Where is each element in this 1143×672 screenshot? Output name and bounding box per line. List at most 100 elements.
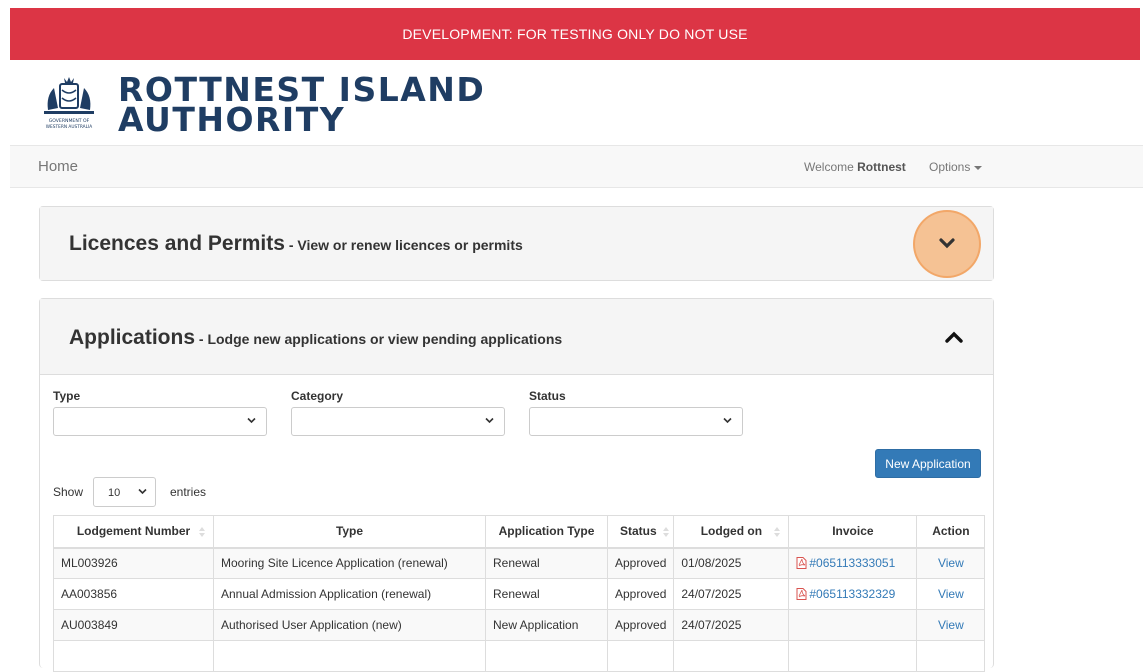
chevron-up-icon[interactable]	[945, 331, 963, 343]
col-status[interactable]: Status	[606, 515, 675, 549]
col-type[interactable]: Type	[213, 515, 486, 549]
cell-type: Mooring Site Licence Application (renewa…	[213, 547, 486, 579]
chevron-down-icon	[138, 488, 147, 495]
filter-category: Category	[291, 389, 505, 436]
filter-category-label: Category	[291, 389, 344, 403]
cell-lodged-on: 01/08/2025	[673, 547, 790, 579]
pdf-icon	[796, 588, 807, 600]
col-label: Lodgement Number	[76, 524, 191, 539]
cell-application-type: Renewal	[485, 578, 608, 610]
invoice-link[interactable]: #065113333051	[796, 556, 895, 570]
col-label: Application Type	[498, 524, 595, 539]
dev-banner-text: DEVELOPMENT: FOR TESTING ONLY DO NOT USE	[402, 26, 748, 42]
category-select[interactable]	[291, 407, 505, 436]
cell-invoice: #065113332329	[788, 578, 918, 610]
col-lodgement-number[interactable]: Lodgement Number	[53, 515, 214, 549]
cell-application-type: Renewal	[485, 547, 608, 579]
applications-title-text: Applications	[69, 326, 196, 349]
entries-value: 10	[108, 487, 121, 499]
options-label: Options	[929, 160, 971, 174]
col-label: Status	[620, 524, 657, 539]
applications-title: Applications - Lodge new applications or…	[69, 326, 562, 350]
cell-status: Approved	[606, 578, 675, 610]
sort-icon	[774, 527, 781, 537]
col-action[interactable]: Action	[916, 515, 986, 549]
table-row	[53, 640, 986, 672]
view-link[interactable]: View	[938, 556, 964, 570]
cell-lodgement: AU003849	[53, 609, 214, 641]
applications-table: Lodgement Number Type Application Type S…	[53, 515, 986, 672]
table-row: ML003926 Mooring Site Licence Applicatio…	[53, 547, 986, 579]
sort-icon	[199, 527, 205, 537]
cell-type: Authorised User Application (new)	[213, 609, 486, 641]
brand-name: ROTTNEST ISLAND AUTHORITY	[118, 73, 485, 139]
cell-application-type: New Application	[485, 609, 608, 641]
applications-subtitle: - Lodge new applications or view pending…	[195, 331, 563, 347]
col-label: Lodged on	[700, 524, 763, 539]
dev-banner: DEVELOPMENT: FOR TESTING ONLY DO NOT USE	[10, 8, 1140, 60]
welcome-user: Rottnest	[857, 160, 906, 174]
licences-panel-header[interactable]: Licences and Permits - View or renew lic…	[40, 207, 993, 280]
col-label: Action	[932, 524, 970, 539]
licences-panel: Licences and Permits - View or renew lic…	[39, 206, 994, 281]
wa-crest-icon: GOVERNMENT OF WESTERN AUSTRALIA	[44, 77, 94, 130]
cell-status: Approved	[606, 547, 675, 579]
caret-down-icon	[974, 165, 983, 170]
nav-home-link[interactable]: Home	[38, 158, 78, 175]
logo[interactable]: GOVERNMENT OF WESTERN AUSTRALIA ROTTNEST…	[38, 73, 485, 139]
sort-icon	[663, 527, 670, 537]
entries-label: entries	[170, 485, 207, 499]
filter-status-label: Status	[529, 389, 566, 403]
cell-invoice: #065113333051	[788, 547, 918, 579]
chevron-down-icon	[939, 238, 955, 249]
navbar: Home Welcome Rottnest Options	[10, 145, 1143, 188]
applications-panel: Applications - Lodge new applications or…	[39, 298, 994, 672]
filter-type: Type	[53, 389, 267, 436]
cell-lodged-on: 24/07/2025	[673, 578, 790, 610]
status-select[interactable]	[529, 407, 743, 436]
welcome-prefix: Welcome	[804, 160, 858, 174]
nav-options-dropdown[interactable]: Options	[929, 160, 983, 174]
cell-action: View	[916, 547, 986, 579]
cell-action: View	[916, 609, 986, 641]
col-invoice[interactable]: Invoice	[788, 515, 918, 549]
table-row: AA003856 Annual Admission Application (r…	[53, 578, 986, 610]
chevron-down-icon	[247, 417, 256, 424]
table-row: AU003849 Authorised User Application (ne…	[53, 609, 986, 641]
crest-caption-2: WESTERN AUSTRALIA	[46, 124, 92, 130]
licences-title-text: Licences and Permits	[69, 232, 285, 255]
filter-type-label: Type	[53, 389, 81, 403]
pdf-icon	[796, 557, 807, 570]
crest-caption-1: GOVERNMENT OF	[49, 118, 90, 124]
filter-status: Status	[529, 389, 743, 436]
cell-lodgement: ML003926	[53, 547, 214, 579]
show-label: Show	[53, 485, 84, 499]
cell-lodged-on: 24/07/2025	[673, 609, 790, 641]
table-header-row: Lodgement Number Type Application Type S…	[53, 515, 986, 549]
type-select[interactable]	[53, 407, 267, 436]
licences-subtitle: - View or renew licences or permits	[284, 237, 523, 253]
cell-status: Approved	[606, 609, 675, 641]
new-application-button[interactable]: New Application	[875, 449, 981, 478]
col-label: Type	[335, 524, 364, 539]
view-link[interactable]: View	[938, 587, 964, 601]
nav-welcome: Welcome Rottnest	[804, 160, 906, 174]
cell-lodgement: AA003856	[53, 578, 214, 610]
invoice-number: #065113332329	[809, 587, 896, 601]
cell-invoice	[788, 609, 918, 641]
col-lodged-on[interactable]: Lodged on	[673, 515, 790, 549]
invoice-number: #065113333051	[809, 556, 896, 571]
entries-select[interactable]: 10	[93, 477, 156, 507]
view-link[interactable]: View	[938, 618, 964, 632]
col-application-type[interactable]: Application Type	[485, 515, 608, 549]
brand-line-2: AUTHORITY	[118, 100, 346, 139]
licences-title: Licences and Permits - View or renew lic…	[69, 232, 523, 256]
cell-type: Annual Admission Application (renewal)	[213, 578, 486, 610]
col-label: Invoice	[832, 524, 874, 539]
chevron-down-icon	[723, 417, 732, 424]
applications-panel-header[interactable]: Applications - Lodge new applications or…	[40, 299, 993, 375]
chevron-down-icon	[485, 417, 494, 424]
invoice-link[interactable]: #065113332329	[796, 587, 895, 601]
licences-expand-button[interactable]	[913, 210, 981, 278]
cell-action: View	[916, 578, 986, 610]
